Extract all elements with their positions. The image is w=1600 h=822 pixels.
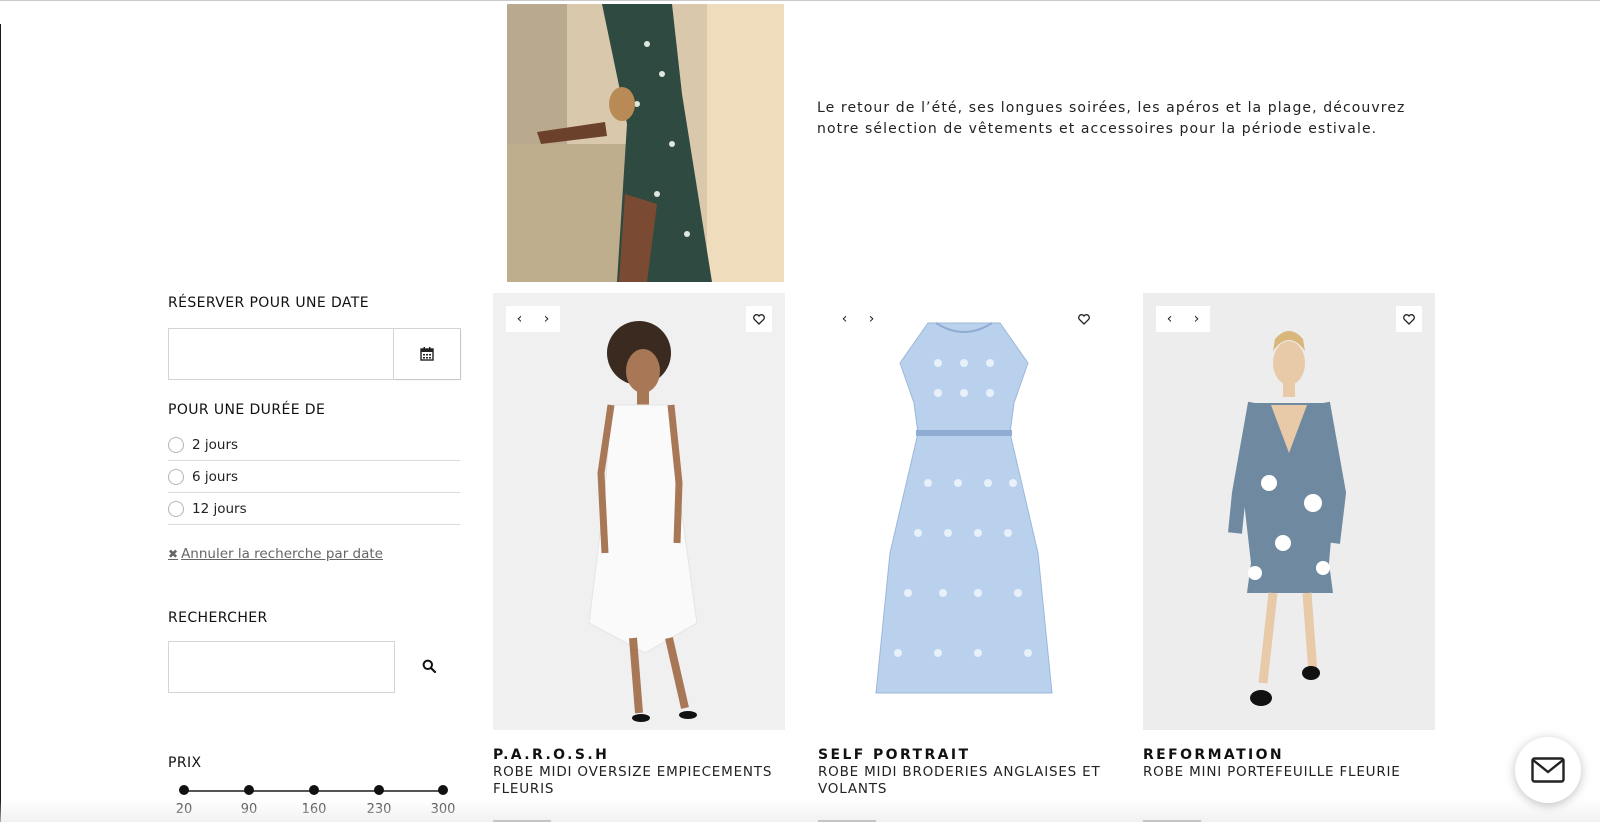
chevron-left-icon[interactable]: ‹ xyxy=(1160,311,1180,327)
search-button[interactable] xyxy=(417,654,441,678)
wishlist-button[interactable] xyxy=(746,306,772,332)
mail-icon xyxy=(1531,757,1565,783)
cancel-date-search-label: Annuler la recherche par date xyxy=(181,546,383,562)
image-carousel-nav: ‹ › xyxy=(831,306,885,332)
duration-option-12-days[interactable]: 12 jours xyxy=(168,493,460,525)
search-icon xyxy=(422,659,436,673)
price-tick-label: 90 xyxy=(240,802,258,817)
price-slider-stop[interactable] xyxy=(179,785,189,795)
duration-option-6-days[interactable]: 6 jours xyxy=(168,461,460,493)
chevron-right-icon[interactable]: › xyxy=(1187,311,1207,327)
product-brand[interactable]: REFORMATION xyxy=(1143,747,1435,763)
close-icon: ✖ xyxy=(168,547,179,561)
product-image[interactable]: ‹ › xyxy=(1143,293,1435,730)
duration-label: 2 jours xyxy=(192,436,239,453)
product-card[interactable]: ‹ › SELF PORTRAIT ROBE MIDI BRODERIES AN… xyxy=(818,293,1110,798)
duration-label: 6 jours xyxy=(192,468,239,485)
product-brand[interactable]: P.A.R.O.S.H xyxy=(493,747,785,763)
wishlist-button[interactable] xyxy=(1071,306,1097,332)
contact-mail-button[interactable] xyxy=(1515,737,1581,803)
heart-icon xyxy=(1078,313,1090,325)
window-top-border xyxy=(0,0,1600,1)
date-section-title: RÉSERVER POUR UNE DATE xyxy=(168,295,369,311)
chevron-right-icon[interactable]: › xyxy=(537,311,557,327)
product-card[interactable]: ‹ › P.A.R.O.S.H ROBE MIDI OVERSIZE EMPIE… xyxy=(493,293,785,798)
image-carousel-nav: ‹ › xyxy=(1156,306,1210,332)
radio-button[interactable] xyxy=(168,436,184,453)
product-name[interactable]: ROBE MINI PORTEFEUILLE FLEURIE xyxy=(1143,764,1435,781)
price-slider-stop[interactable] xyxy=(438,785,448,795)
radio-button[interactable] xyxy=(168,500,184,517)
intro-text: Le retour de l’été, ses longues soirées,… xyxy=(817,100,1406,137)
duration-option-2-days[interactable]: 2 jours xyxy=(168,429,460,461)
date-picker xyxy=(168,328,461,380)
chevron-left-icon[interactable]: ‹ xyxy=(510,311,530,327)
price-slider-stop[interactable] xyxy=(374,785,384,795)
wishlist-button[interactable] xyxy=(1396,306,1422,332)
search-input[interactable] xyxy=(168,641,395,693)
price-tick-label: 20 xyxy=(175,802,193,817)
product-image[interactable]: ‹ › xyxy=(818,293,1110,730)
product-image[interactable]: ‹ › xyxy=(493,293,785,730)
price-slider-stop[interactable] xyxy=(309,785,319,795)
product-name[interactable]: ROBE MIDI BRODERIES ANGLAISES ET VOLANTS xyxy=(818,764,1110,798)
duration-label: 12 jours xyxy=(192,500,247,517)
product-name[interactable]: ROBE MIDI OVERSIZE EMPIECEMENTS FLEURIS xyxy=(493,764,785,798)
hero-image xyxy=(507,4,784,282)
date-input[interactable] xyxy=(169,329,394,379)
price-tick-label: 230 xyxy=(366,802,392,817)
duration-section-title: POUR UNE DURÉE DE xyxy=(168,402,326,418)
product-brand[interactable]: SELF PORTRAIT xyxy=(818,747,1110,763)
chevron-left-icon[interactable]: ‹ xyxy=(835,311,855,327)
heart-icon xyxy=(1403,313,1415,325)
calendar-icon xyxy=(420,347,434,361)
search-section-title: RECHERCHER xyxy=(168,610,268,626)
image-carousel-nav: ‹ › xyxy=(506,306,560,332)
window-left-border xyxy=(0,24,1,822)
chevron-right-icon[interactable]: › xyxy=(862,311,882,327)
price-tick-label: 160 xyxy=(301,802,327,817)
heart-icon xyxy=(753,313,765,325)
product-card[interactable]: ‹ › REFORMATION ROBE MINI PORTEFEUILLE F… xyxy=(1143,293,1435,781)
price-section-title: PRIX xyxy=(168,755,202,771)
radio-button[interactable] xyxy=(168,468,184,485)
cancel-date-search-link[interactable]: ✖ Annuler la recherche par date xyxy=(168,546,383,562)
price-slider-stop[interactable] xyxy=(244,785,254,795)
price-tick-label: 300 xyxy=(430,802,456,817)
calendar-button[interactable] xyxy=(394,329,460,379)
